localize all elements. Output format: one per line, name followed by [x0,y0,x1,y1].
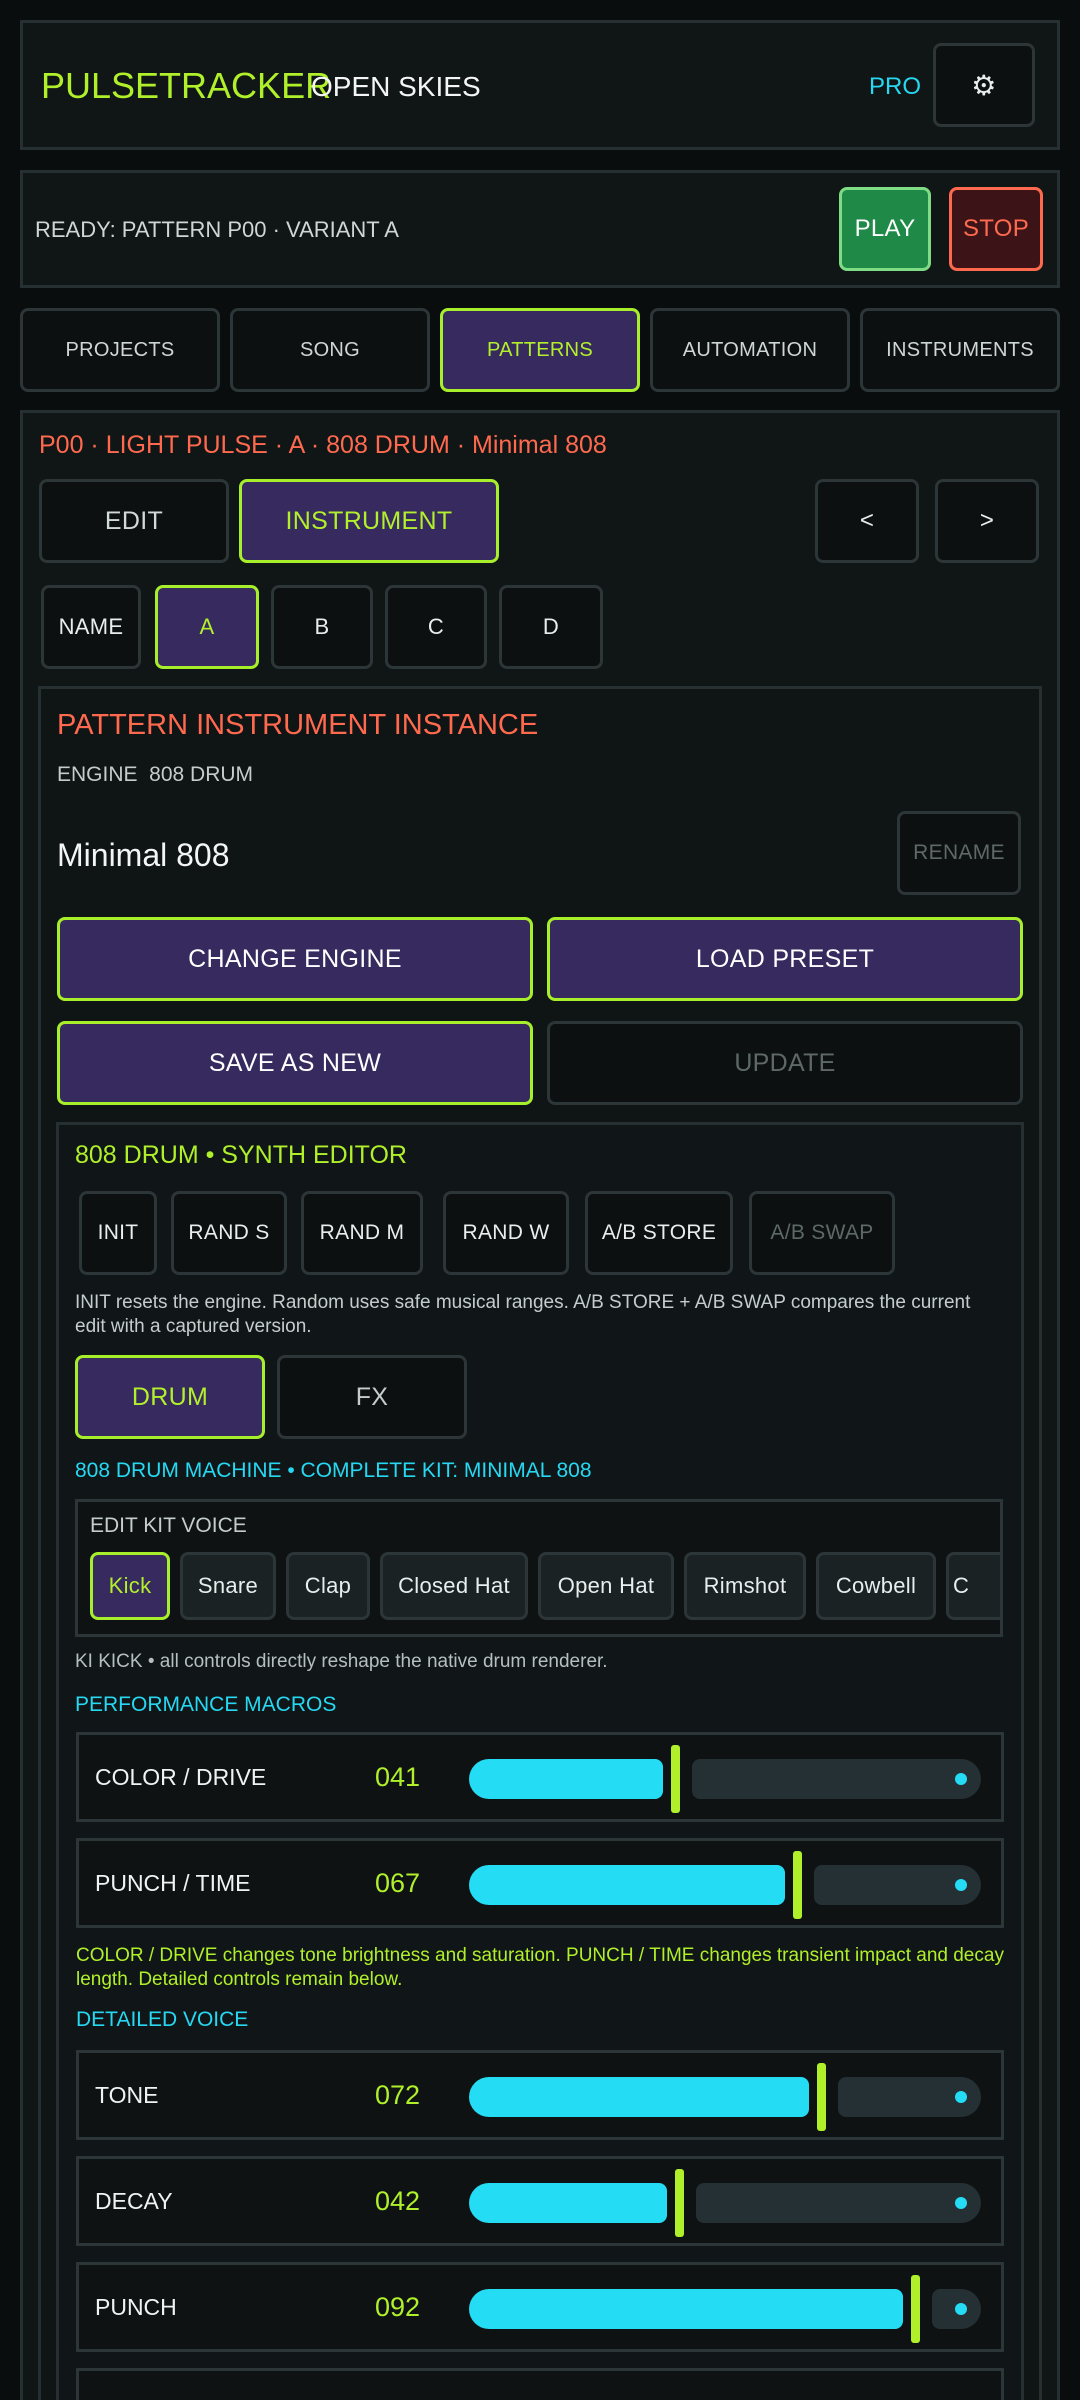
voice-closed-hat[interactable]: Closed Hat [380,1552,528,1620]
macro-value: 041 [375,1762,421,1792]
detail-value: 042 [375,2186,421,2216]
load-preset-button[interactable]: LOAD PRESET [547,917,1023,1001]
slider-fill [469,2077,809,2117]
voice-more[interactable]: C [946,1552,1000,1620]
slider-track[interactable] [469,1745,981,1813]
slider-track[interactable] [469,1851,981,1919]
editor-help-text: INIT resets the engine. Random uses safe… [75,1292,971,1337]
change-engine-button[interactable]: CHANGE ENGINE [57,917,533,1001]
tab-instruments[interactable]: INSTRUMENTS [860,308,1060,392]
slider-thumb[interactable] [793,1851,802,1919]
stop-button[interactable]: STOP [949,187,1043,271]
voice-snare[interactable]: Snare [180,1552,276,1620]
slider-end-dot [955,2091,967,2103]
app-header: PULSETRACKER OPEN SKIES PRO ⚙ [20,20,1060,150]
tab-patterns[interactable]: PATTERNS [440,308,640,392]
detail-punch: PUNCH 092 [76,2262,1004,2352]
transport-status: READY: PATTERN P00 · VARIANT A [35,217,399,242]
voice-open-hat[interactable]: Open Hat [538,1552,674,1620]
engine-line: ENGINE 808 DRUM [57,763,254,786]
ab-store-button[interactable]: A/B STORE [585,1191,733,1275]
slider-track[interactable] [469,2275,981,2343]
macro-label: COLOR / DRIVE [95,1764,267,1790]
settings-button[interactable]: ⚙ [933,43,1035,127]
detail-label: TONE [95,2082,159,2108]
app-title: PULSETRACKER [41,65,332,106]
voice-note: KI KICK • all controls directly reshape … [75,1651,608,1672]
gear-icon: ⚙ [971,69,997,101]
slider-thumb[interactable] [671,1745,680,1813]
pro-badge[interactable]: PRO [869,73,921,101]
slider-fill [469,1865,785,1905]
instance-heading: PATTERN INSTRUMENT INSTANCE [57,709,539,741]
slider-rest [838,2077,981,2117]
prev-pattern-button[interactable]: < [815,479,919,563]
variant-c-button[interactable]: C [385,585,487,669]
slider-track[interactable] [469,2063,981,2131]
slider-end-dot [955,1773,967,1785]
voice-kick[interactable]: Kick [90,1552,170,1620]
detail-tone: TONE 072 [76,2050,1004,2140]
slider-fill [469,2289,903,2329]
macro-punch-time: PUNCH / TIME 067 [76,1838,1004,1928]
slider-track[interactable] [469,2169,981,2237]
detail-decay: DECAY 042 [76,2156,1004,2246]
slider-end-dot [955,2303,967,2315]
rename-button[interactable]: RENAME [897,811,1021,895]
tab-drum[interactable]: DRUM [75,1355,265,1439]
slider-rest [692,1759,981,1799]
macro-label: PUNCH / TIME [95,1870,251,1896]
slider-thumb[interactable] [911,2275,920,2343]
macros-heading: PERFORMANCE MACROS [75,1693,337,1716]
tab-automation[interactable]: AUTOMATION [650,308,850,392]
voice-rimshot[interactable]: Rimshot [684,1552,806,1620]
detail-label: PUNCH [95,2294,177,2320]
variant-b-button[interactable]: B [271,585,373,669]
slider-rest [932,2289,981,2329]
tab-fx[interactable]: FX [277,1355,467,1439]
slider-fill [469,2183,667,2223]
rand-m-button[interactable]: RAND M [301,1191,423,1275]
macro-value: 067 [375,1868,421,1898]
slider-thumb[interactable] [675,2169,684,2237]
mode-edit-button[interactable]: EDIT [39,479,229,563]
rand-w-button[interactable]: RAND W [443,1191,569,1275]
variant-a-button[interactable]: A [155,585,259,669]
tab-projects[interactable]: PROJECTS [20,308,220,392]
macro-color-drive: COLOR / DRIVE 041 [76,1732,1004,1822]
slider-rest [814,1865,981,1905]
slider-thumb[interactable] [817,2063,826,2131]
init-button[interactable]: INIT [79,1191,157,1275]
slider-fill [469,1759,663,1799]
project-name: OPEN SKIES [311,71,481,102]
variant-name-button[interactable]: NAME [41,585,141,669]
detail-heading: DETAILED VOICE [76,2008,249,2031]
voice-cowbell[interactable]: Cowbell [816,1552,936,1620]
kit-voice-panel: EDIT KIT VOICE Kick Snare Clap Closed Ha… [75,1499,1003,1637]
detail-value: 072 [375,2080,421,2110]
variant-d-button[interactable]: D [499,585,603,669]
preset-name: Minimal 808 [57,837,230,873]
kit-voice-label: EDIT KIT VOICE [90,1514,247,1537]
kit-line: 808 DRUM MACHINE • COMPLETE KIT: MINIMAL… [75,1459,592,1482]
next-row-partial [76,2368,1004,2400]
play-button[interactable]: PLAY [839,187,931,271]
transport-bar: READY: PATTERN P00 · VARIANT A PLAY STOP [20,170,1060,288]
mode-instrument-button[interactable]: INSTRUMENT [239,479,499,563]
slider-end-dot [955,1879,967,1891]
detail-label: DECAY [95,2188,173,2214]
save-as-new-button[interactable]: SAVE AS NEW [57,1021,533,1105]
pattern-title: P00 · LIGHT PULSE · A · 808 DRUM · Minim… [39,431,607,459]
rand-s-button[interactable]: RAND S [171,1191,287,1275]
ab-swap-button[interactable]: A/B SWAP [749,1191,895,1275]
update-button[interactable]: UPDATE [547,1021,1023,1105]
voice-clap[interactable]: Clap [286,1552,370,1620]
tab-song[interactable]: SONG [230,308,430,392]
macros-note: COLOR / DRIVE changes tone brightness an… [76,1945,1004,1990]
next-pattern-button[interactable]: > [935,479,1039,563]
detail-value: 092 [375,2292,421,2322]
slider-rest [696,2183,981,2223]
slider-end-dot [955,2197,967,2209]
editor-heading: 808 DRUM • SYNTH EDITOR [75,1141,407,1169]
